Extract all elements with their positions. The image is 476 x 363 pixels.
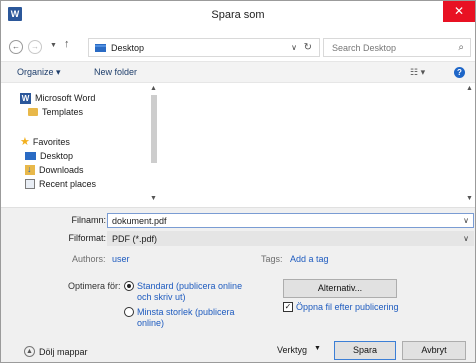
format-label: Filformat: [68, 233, 106, 243]
save-button[interactable]: Spara [334, 341, 396, 360]
save-as-dialog: W Spara som ✕ ← → ▼ ↑ Desktop ∨ ↻ Search… [0, 0, 476, 363]
command-toolbar: Organize ▾ New folder ☷ ▾ ? [1, 61, 475, 83]
search-input[interactable]: Search Desktop ⌕ [323, 38, 471, 57]
back-arrow-icon[interactable]: ← [9, 40, 23, 54]
new-folder-button[interactable]: New folder [94, 67, 137, 77]
tags-value[interactable]: Add a tag [290, 254, 329, 264]
nav-item-label: Microsoft Word [35, 93, 96, 103]
address-path: Desktop [111, 43, 145, 53]
nav-item-label: Recent places [39, 179, 97, 189]
filename-label: Filnamn: [71, 215, 106, 225]
recent-places-icon [25, 179, 35, 189]
nav-item-desktop[interactable]: Desktop [25, 149, 73, 163]
address-bar[interactable]: Desktop ∨ ↻ [88, 38, 320, 57]
radio-minimum[interactable] [124, 307, 134, 317]
title-bar: W Spara som ✕ [1, 1, 475, 30]
authors-label: Authors: [72, 254, 106, 264]
scroll-up-icon[interactable]: ▲ [150, 85, 157, 92]
format-dropdown-icon[interactable]: ∨ [463, 234, 469, 243]
filelist-scrollbar[interactable]: ▲ ▼ [465, 83, 475, 204]
forward-arrow-icon[interactable]: → [28, 40, 42, 54]
nav-item-microsoft-word[interactable]: W Microsoft Word [20, 91, 95, 105]
nav-item-label: Templates [42, 107, 84, 117]
address-row: ← → ▼ ↑ Desktop ∨ ↻ Search Desktop ⌕ [1, 35, 475, 59]
radio-minimum-label[interactable]: Minsta storlek (publicera online) [137, 307, 237, 329]
nav-item-recent-places[interactable]: Recent places [25, 177, 96, 191]
star-icon: ★ [20, 135, 30, 148]
search-icon[interactable]: ⌕ [458, 42, 464, 53]
format-select[interactable]: PDF (*.pdf) ∨ [107, 231, 474, 246]
navpane-scrollbar[interactable]: ▲ ▼ [149, 83, 159, 204]
nav-item-downloads[interactable]: Downloads [25, 163, 84, 177]
scrollbar-thumb[interactable] [151, 95, 157, 163]
nav-item-favorites[interactable]: ★ Favorites [20, 135, 70, 149]
collapse-chevron-icon[interactable]: ▲ [24, 346, 35, 357]
options-button[interactable]: Alternativ... [283, 279, 397, 298]
filename-input[interactable]: dokument.pdf ∨ [107, 213, 474, 228]
address-dropdown-icon[interactable]: ∨ [291, 43, 297, 52]
word-icon: W [20, 92, 31, 104]
format-value: PDF (*.pdf) [112, 234, 158, 244]
nav-item-templates[interactable]: Templates [28, 105, 83, 119]
scroll-down-icon[interactable]: ▼ [466, 195, 473, 202]
view-options-icon[interactable]: ☷ ▾ [410, 67, 425, 78]
tools-chevron-icon[interactable]: ▼ [314, 345, 321, 352]
hide-folders-button[interactable]: Dölj mappar [39, 347, 88, 357]
scroll-up-icon[interactable]: ▲ [466, 85, 473, 92]
navigation-pane: W Microsoft Word Templates ★ Favorites D… [17, 83, 149, 204]
search-placeholder: Search Desktop [332, 43, 397, 53]
close-button[interactable]: ✕ [443, 1, 475, 22]
filename-value: dokument.pdf [112, 216, 167, 226]
nav-item-label: Desktop [40, 151, 74, 161]
desktop-folder-icon [95, 44, 106, 52]
desktop-icon [25, 152, 36, 160]
tools-menu[interactable]: Verktyg [277, 345, 307, 355]
recent-locations-chevron-icon[interactable]: ▼ [50, 42, 57, 49]
open-after-checkbox[interactable]: ✓ [283, 302, 293, 312]
downloads-icon [25, 164, 35, 175]
cancel-button[interactable]: Avbryt [402, 341, 466, 360]
optimize-label: Optimera för: [68, 281, 121, 291]
help-icon[interactable]: ? [454, 67, 465, 78]
open-after-label[interactable]: Öppna fil efter publicering [296, 302, 399, 312]
file-list[interactable] [161, 83, 466, 204]
tags-label: Tags: [261, 254, 283, 264]
radio-standard[interactable] [124, 281, 134, 291]
dialog-title: Spara som [211, 9, 265, 21]
radio-standard-label[interactable]: Standard (publicera online och skriv ut) [137, 281, 249, 303]
scroll-down-icon[interactable]: ▼ [150, 195, 157, 202]
refresh-icon[interactable]: ↻ [304, 42, 312, 53]
folder-icon [28, 108, 38, 116]
nav-item-label: Favorites [32, 137, 70, 147]
organize-button[interactable]: Organize ▾ [17, 67, 61, 78]
up-arrow-icon[interactable]: ↑ [64, 38, 70, 50]
nav-item-label: Downloads [39, 165, 84, 175]
authors-value[interactable]: user [112, 254, 130, 264]
filename-dropdown-icon[interactable]: ∨ [463, 216, 469, 225]
